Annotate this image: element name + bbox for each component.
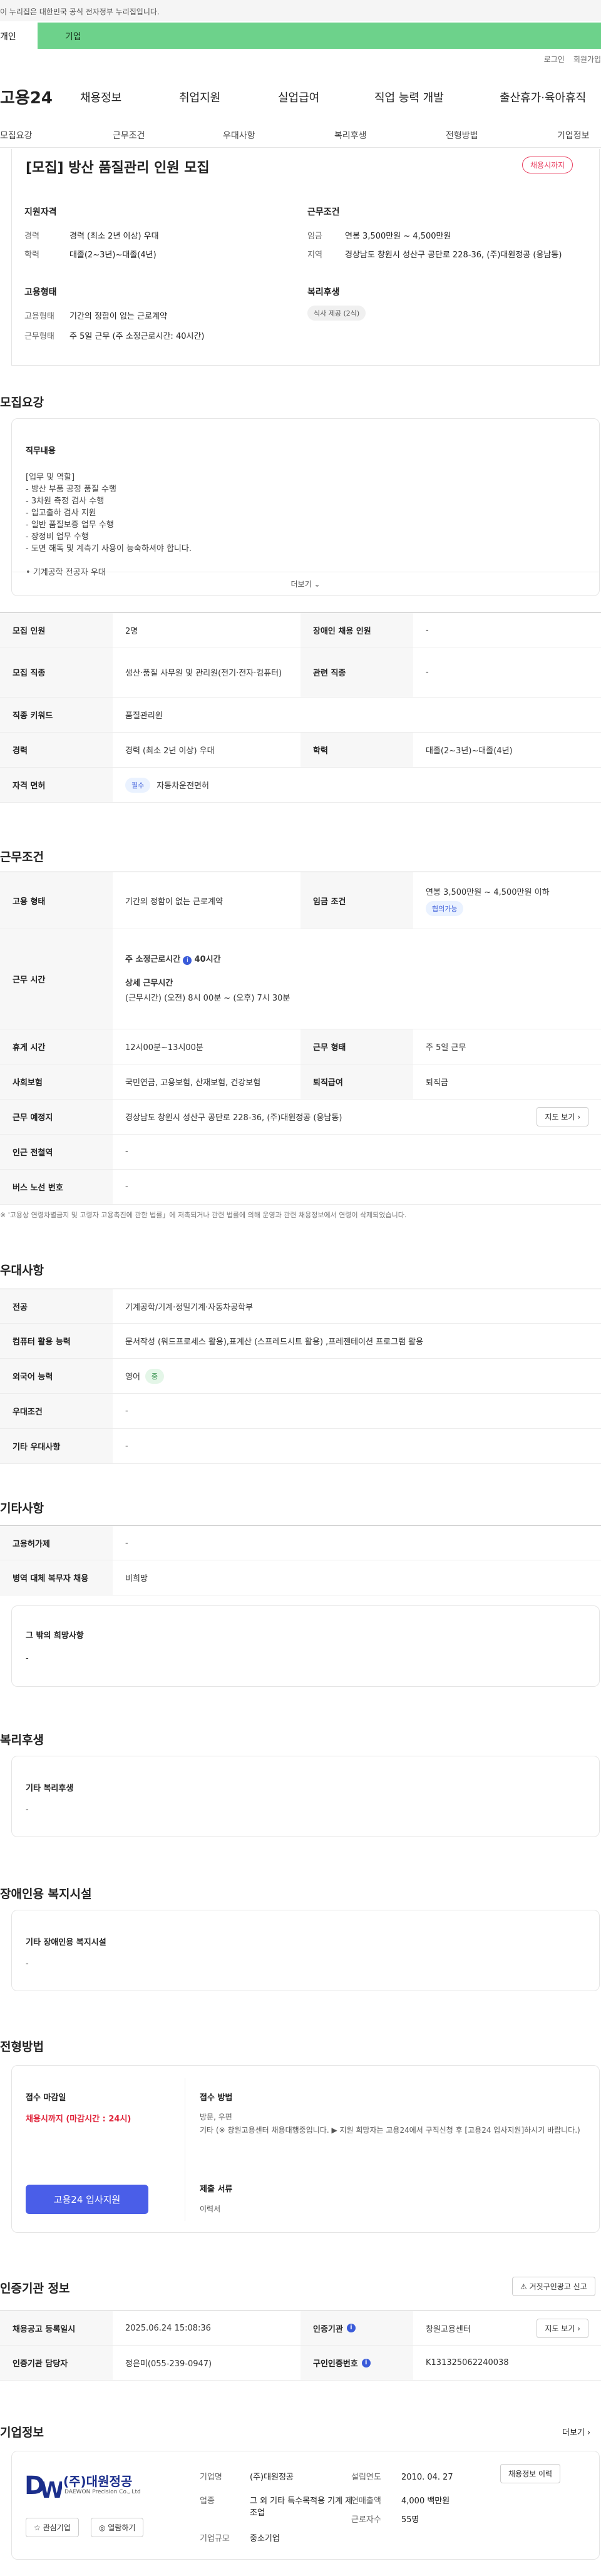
gnb-item-jobs[interactable]: 채용정보 bbox=[80, 89, 121, 105]
table-row: 고용 형태 기간의 정함이 없는 근로계약 임금 조건 연봉 3,500만원 ~ 4,… bbox=[0, 872, 601, 929]
more-button[interactable]: 더보기 ⌄ bbox=[12, 572, 599, 595]
job-desc-box: 직무내용 [업무 및 역할] - 방산 부품 공정 품질 수행 - 3차원 측정 검… bbox=[11, 418, 600, 596]
disabled-box: 기타 장애인용 복지시설 - bbox=[11, 1910, 600, 1991]
snb-welfare[interactable]: 복리후생 bbox=[334, 129, 367, 142]
company-size: 기업규모 중소기업 bbox=[200, 2534, 280, 2543]
negotiable-chip: 협의가능 bbox=[426, 900, 464, 916]
company-more-link[interactable]: 더보기 › bbox=[562, 2426, 590, 2438]
view-company-button[interactable]: ◎ 열람하기 bbox=[91, 2518, 144, 2537]
table-row: 기타 우대사항 - bbox=[0, 1429, 601, 1464]
cond-wage: 임금 연봉 3,500만원 ~ 4,500만원 bbox=[307, 232, 451, 241]
qual-education: 학력 대졸(2~3년)~대졸(4년) bbox=[24, 250, 157, 260]
table-row: 우대조건 - bbox=[0, 1394, 601, 1429]
welfare-section-heading: 복리후생 bbox=[0, 1733, 44, 1747]
snb-recruit[interactable]: 모집요강 bbox=[0, 129, 33, 142]
site-logo[interactable]: 고용24 bbox=[0, 85, 53, 108]
gov-banner: 이 누리집은 대한민국 공식 전자정부 누리집입니다. bbox=[0, 0, 601, 21]
table-row: 인증기관 담당자 정은미(055-239-0947) 구인인증번호 i K1313250… bbox=[0, 2346, 601, 2381]
deadline-text: 채용시까지 (마감시간 : 24시) bbox=[26, 2115, 131, 2124]
snb-pref[interactable]: 우대사항 bbox=[223, 129, 255, 142]
snb-company[interactable]: 기업정보 bbox=[557, 129, 590, 142]
etc-heading: 기타사항 bbox=[0, 1502, 44, 1515]
table-row: 직종 키워드 품질관리원 bbox=[0, 698, 601, 733]
table-row: 사회보험 국민연금, 고용보험, 산재보험, 건강보험 퇴직급여 퇴직금 bbox=[0, 1064, 601, 1100]
welfare-chip: 식사 제공 (2식) bbox=[307, 306, 366, 321]
tab-company[interactable]: 기업 bbox=[65, 30, 81, 43]
info-icon[interactable]: i bbox=[361, 2358, 371, 2367]
work-heading: 근무조건 bbox=[0, 850, 44, 864]
company-founded: 설립연도 2010. 04. 27 bbox=[351, 2473, 453, 2482]
gnb-item-unemployment[interactable]: 실업급여 bbox=[278, 89, 319, 105]
table-row: 컴퓨터 활용 능력 문서작성 (워드프로세스 활용),표계산 (스프레드시트 활용… bbox=[0, 1324, 601, 1359]
company-logo-icon: DW bbox=[24, 2471, 64, 2503]
gnb-item-employment-support[interactable]: 취업지원 bbox=[179, 89, 220, 105]
gnb-item-leave[interactable]: 출산휴가·육아휴직 bbox=[500, 89, 586, 105]
welfare-box: 기타 복리후생 - bbox=[11, 1756, 600, 1837]
recruit-heading: 모집요강 bbox=[0, 396, 44, 410]
cert-heading: 인증기관 정보 bbox=[0, 2282, 70, 2295]
cond-heading: 근무조건 bbox=[307, 207, 340, 217]
job-desc-label: 직무내용 bbox=[26, 446, 56, 456]
info-icon[interactable]: i bbox=[183, 956, 192, 965]
table-row: 전공 기계공학/기계·정밀기계·자동차공학부 bbox=[0, 1289, 601, 1324]
cond-region: 지역 경상남도 창원시 성산구 공단로 228-36, (주)대원정공 (웅남동) bbox=[307, 250, 562, 260]
table-row: 채용공고 등록일시 2025.06.24 15:08:36 인증기관 i 창원고용센터 지… bbox=[0, 2311, 601, 2346]
company-card: DW (주)대원정공 DAEWON Precision Co., Ltd ☆ 관… bbox=[11, 2451, 600, 2560]
level-chip: 중 bbox=[145, 1368, 165, 1384]
job-history-button[interactable]: 채용정보 이력 bbox=[500, 2464, 561, 2483]
disabled-heading: 장애인용 복지시설 bbox=[0, 1887, 92, 1901]
svg-text:W: W bbox=[39, 2478, 62, 2501]
emp-type: 고용형태 기간의 정함이 없는 근로계약 bbox=[24, 312, 167, 321]
report-button[interactable]: ⚠ 거짓구인광고 신고 bbox=[512, 2277, 595, 2296]
table-row: 근무 예정지 경상남도 창원시 성산구 공단로 228-36, (주)대원정공 (… bbox=[0, 1100, 601, 1135]
company-logo: DW (주)대원정공 DAEWON Precision Co., Ltd bbox=[24, 2466, 162, 2504]
table-row: 휴게 시간 12시00분~13시00분 근무 형태 주 5일 근무 bbox=[0, 1029, 601, 1064]
pref-heading: 우대사항 bbox=[0, 1264, 44, 1277]
table-row: 모집 인원 2명 장애인 채용 인원 - bbox=[0, 612, 601, 647]
global-nav: 고용24 채용정보 취업지원 실업급여 직업 능력 개발 출산휴가·육아휴직 bbox=[0, 80, 601, 115]
table-row: 자격 면허 필수 자동차운전면허 bbox=[0, 768, 601, 803]
table-row: 인근 전철역 - bbox=[0, 1135, 601, 1170]
qual-heading: 지원자격 bbox=[24, 207, 57, 217]
info-icon[interactable]: i bbox=[346, 2324, 356, 2332]
company-heading: 기업정보 bbox=[0, 2426, 44, 2439]
table-row: 외국어 능력 영어 중 bbox=[0, 1359, 601, 1394]
table-row: 병역 대체 복무자 채용 비희망 bbox=[0, 1560, 601, 1595]
table-row: 모집 직종 생산·품질 사무원 및 관리원(전기·전자·컴퓨터) 관련 직종 - bbox=[0, 647, 601, 698]
snb-process[interactable]: 전형방법 bbox=[446, 129, 478, 142]
signup-link[interactable]: 회원가입 bbox=[573, 55, 601, 64]
table-row: 고용허가제 - bbox=[0, 1525, 601, 1560]
user-type-tabs: 개인 기업 bbox=[0, 23, 601, 49]
emp-heading: 고용형태 bbox=[24, 287, 57, 297]
login-link[interactable]: 로그인 bbox=[544, 55, 565, 64]
other-wishes-box: 그 밖의 희망사항 - bbox=[11, 1605, 600, 1687]
process-heading: 전형방법 bbox=[0, 2040, 44, 2054]
snb-work[interactable]: 근무조건 bbox=[113, 129, 145, 142]
job-title: [모집] 방산 품질관리 인원 모집 bbox=[26, 160, 210, 176]
process-box: 접수 마감일 채용시까지 (마감시간 : 24시) 고용24 입사지원 접수 방… bbox=[11, 2065, 600, 2233]
company-industry: 업종 그 외 기타 특수목적용 기계 제조업 bbox=[200, 2496, 353, 2518]
required-chip: 필수 bbox=[125, 777, 151, 793]
deadline-badge: 채용시까지 bbox=[522, 157, 573, 173]
method-text: 방문, 우편 기타 (※ 창원고용센터 채용대행중입니다. ▶ 지원 희망자는 고… bbox=[200, 2113, 580, 2135]
section-nav: 모집요강 근무조건 우대사항 복리후생 전형방법 기업정보 bbox=[0, 123, 601, 148]
util-links: 로그인 회원가입 bbox=[535, 54, 601, 64]
table-row: 근무 시간 주 소정근로시간 i 40시간 상세 근무시간 (근무시간) (오전) 8… bbox=[0, 929, 601, 1029]
map-button[interactable]: 지도 보기 › bbox=[537, 1107, 588, 1126]
favorite-company-button[interactable]: ☆ 관심기업 bbox=[26, 2518, 79, 2537]
qual-career: 경력 경력 (최소 2년 이상) 우대 bbox=[24, 232, 159, 241]
emp-form: 근무형태 주 5일 근무 (주 소정근로시간: 40시간) bbox=[24, 332, 205, 341]
age-note: ※ '고용상 연령차별금지 및 고령자 고용촉진에 관한 법률」에 저촉되거나 … bbox=[0, 1211, 407, 1219]
job-desc-text: [업무 및 역할] - 방산 부품 공정 품질 수행 - 3차원 측정 검사 수행 -… bbox=[26, 473, 192, 577]
job-summary-card: [모집] 방산 품질관리 인원 모집 채용시까지 지원자격 경력 경력 (최소 2… bbox=[11, 149, 600, 366]
table-row: 경력 경력 (최소 2년 이상) 우대 학력 대졸(2~3년)~대졸(4년) bbox=[0, 733, 601, 768]
welfare-heading: 복리후생 bbox=[307, 287, 340, 297]
gnb-item-training[interactable]: 직업 능력 개발 bbox=[374, 89, 444, 105]
table-row: 버스 노선 번호 - bbox=[0, 1170, 601, 1205]
company-revenue: 연매출액 4,000 백만원 bbox=[351, 2496, 450, 2506]
cert-map-button[interactable]: 지도 보기 › bbox=[537, 2319, 588, 2338]
tab-personal[interactable]: 개인 bbox=[0, 23, 38, 49]
company-employees: 근로자수 55명 bbox=[351, 2515, 419, 2525]
apply-button[interactable]: 고용24 입사지원 bbox=[26, 2185, 148, 2214]
